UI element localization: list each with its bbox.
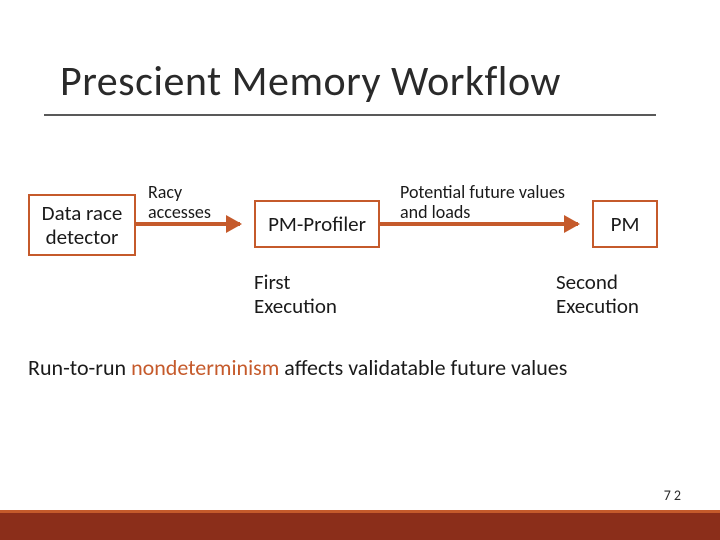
caption-text: Run-to-run nondeterminism affects valida…	[28, 354, 567, 381]
edge-label-potential-future: Potential future values and loads	[400, 183, 570, 223]
box-pm-profiler: PM-Profiler	[254, 200, 380, 248]
caption-highlight: nondeterminism	[131, 354, 279, 381]
footer-band	[0, 513, 720, 540]
arrow-profiler-to-pm	[380, 222, 578, 226]
page-number: 72	[664, 487, 684, 504]
box-pm: PM	[592, 200, 658, 248]
label-first-execution: First Execution	[254, 270, 374, 318]
caption-post: affects validatable future values	[279, 354, 567, 381]
arrow-detector-to-profiler	[136, 222, 240, 226]
label-second-execution: Second Execution	[556, 270, 676, 318]
caption-pre: Run-to-run	[28, 354, 131, 381]
edge-label-racy-accesses: Racy accesses	[148, 183, 238, 223]
box-data-race-detector: Data race detector	[28, 194, 136, 256]
title-underline	[44, 114, 656, 116]
slide-title: Prescient Memory Workflow	[60, 56, 561, 107]
